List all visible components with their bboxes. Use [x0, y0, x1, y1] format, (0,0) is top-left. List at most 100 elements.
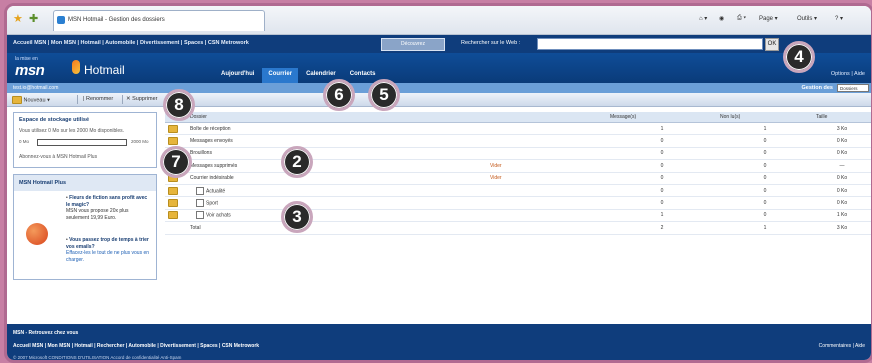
web-search-label: Rechercher sur le Web : [461, 40, 521, 46]
table-row[interactable]: Actualité 0 0 0 Ko [165, 184, 871, 198]
callout-6: 6 [323, 79, 355, 111]
wipe-cell [487, 147, 607, 161]
callout-7: 7 [160, 146, 192, 178]
table-row[interactable]: Total 2 1 3 Ko [165, 221, 871, 235]
table-row[interactable]: Messages envoyés 0 0 0 Ko [165, 134, 871, 148]
messages-cell: 1 [607, 209, 717, 223]
size-cell: 3 Ko [813, 122, 871, 136]
promo-item-2: • Vous passez trop de temps à trier vos … [66, 237, 150, 263]
table-row[interactable]: Voir achats 1 0 1 Ko [165, 209, 871, 223]
callout-2: 2 [281, 146, 313, 178]
favorites-star-icon[interactable]: ★ [13, 12, 23, 25]
print-icon[interactable]: ⎙ ▾ [737, 15, 746, 22]
table-row[interactable]: Sport 0 0 0 Ko [165, 196, 871, 210]
management-select[interactable]: Dossiers [837, 84, 869, 92]
promo-item-1-title[interactable]: Fleurs de fiction sans profit avec le ma… [66, 195, 147, 208]
wipe-folder-link[interactable]: Vider [490, 175, 502, 181]
messages-cell: 0 [607, 196, 717, 210]
wipe-folder-link[interactable]: Vider [490, 163, 502, 169]
browser-tab[interactable]: MSN Hotmail - Gestion des dossiers [53, 10, 265, 31]
left-pane: Espace de stockage utilisé Vous utilisez… [13, 112, 157, 286]
folder-checkbox[interactable] [196, 211, 204, 220]
col-header-messages[interactable]: Message(s) [607, 112, 717, 123]
add-favorite-icon[interactable]: ✚ [29, 12, 38, 25]
table-row[interactable]: Boîte de réception 1 1 3 Ko [165, 122, 871, 136]
folder-name[interactable]: Boîte de réception [190, 126, 231, 132]
storage-max-label: 2000 Mo [131, 139, 149, 144]
messages-cell: 0 [607, 134, 717, 148]
tab-mail[interactable]: Courrier [262, 68, 299, 83]
screenshot-frame: ★ ✚ MSN Hotmail - Gestion des dossiers ⌂… [4, 3, 872, 363]
footer-legal[interactable]: © 2007 Microsoft CONDITIONS D'UTILISATIO… [13, 355, 181, 360]
tab-today[interactable]: Aujourd'hui [215, 68, 260, 83]
folder-name[interactable]: Brouillons [190, 150, 212, 156]
msn-logo[interactable]: msn [15, 62, 45, 79]
wipe-cell: Vider [487, 159, 607, 173]
folder-name[interactable]: Actualité [206, 188, 225, 194]
folder-checkbox[interactable] [196, 186, 204, 195]
size-cell: 0 Ko [813, 184, 871, 198]
storage-title: Espace de stockage utilisé [19, 117, 90, 123]
folder-name-cell: Messages supprimés [187, 159, 487, 173]
folder-checkbox[interactable] [196, 199, 204, 208]
folder-name[interactable]: Messages envoyés [190, 138, 233, 144]
folder-name[interactable]: Courrier indésirable [190, 175, 234, 181]
rename-folder-button[interactable]: | Renommer [83, 96, 113, 102]
callout-8: 8 [163, 89, 195, 121]
folder-name[interactable]: Sport [206, 200, 218, 206]
folder-name-cell: Actualité [187, 184, 487, 198]
folder-name[interactable]: Voir achats [206, 213, 231, 219]
home-icon[interactable]: ⌂ ▾ [699, 15, 707, 22]
folder-name[interactable]: Total [190, 225, 201, 231]
table-row[interactable]: Messages supprimés Vider 0 0— [165, 159, 871, 173]
help-icon[interactable]: ? ▾ [835, 15, 843, 22]
delete-folder-button[interactable]: ✕ Supprimer [126, 96, 158, 102]
storage-bar [37, 139, 127, 146]
page-menu[interactable]: Page ▾ [759, 15, 778, 22]
folder-name[interactable]: Messages supprimés [190, 163, 237, 169]
msn-top-links[interactable]: Accueil MSN | Mon MSN | Hotmail | Automo… [13, 40, 249, 46]
col-header-size[interactable]: Taille [813, 112, 871, 123]
size-cell: 0 Ko [813, 147, 871, 161]
wipe-cell [487, 122, 607, 136]
folder-icon-cell [165, 122, 187, 136]
col-header-folder[interactable]: Dossier [187, 112, 487, 123]
discover-chip[interactable]: Découvrez [381, 38, 445, 51]
hotmail-plus-body: • Fleurs de fiction sans profit avec le … [14, 191, 156, 279]
messages-cell: 2 [607, 221, 717, 235]
footer-feedback-help[interactable]: Commentaires | Aide [819, 343, 865, 349]
folder-name-cell: Voir achats [187, 209, 487, 223]
upgrade-link[interactable]: Abonnez-vous à MSN Hotmail Plus [14, 148, 156, 167]
new-folder-button[interactable]: Nouveau ▾ [12, 96, 50, 104]
footer-tagline[interactable]: MSN - Retrouvez chez vous [13, 330, 78, 336]
feeds-icon[interactable]: ◉ [719, 15, 724, 22]
callout-4: 4 [783, 41, 815, 73]
folder-name-cell: Messages envoyés [187, 134, 487, 148]
messages-cell: 1 [607, 122, 717, 136]
main-tabs: Aujourd'hui Courrier Calendrier Contacts [215, 68, 381, 83]
tools-menu[interactable]: Outils ▾ [797, 15, 817, 22]
browser-toolbar: ★ ✚ MSN Hotmail - Gestion des dossiers ⌂… [7, 6, 871, 35]
toolbar-divider [122, 95, 123, 104]
unread-cell: 0 [717, 209, 813, 223]
new-folder-label: Nouveau [23, 97, 46, 104]
web-search-button[interactable]: OK [765, 38, 779, 51]
unread-cell: 0 [717, 134, 813, 148]
footer-links[interactable]: Accueil MSN | Mon MSN | Hotmail | Recher… [13, 343, 259, 349]
size-cell: 0 Ko [813, 196, 871, 210]
messages-cell: 0 [607, 172, 717, 185]
promo-item-1: • Fleurs de fiction sans profit avec le … [66, 195, 150, 221]
promo-item-2-title[interactable]: Vous passez trop de temps à trier vos em… [66, 237, 149, 250]
web-search-input[interactable] [537, 38, 763, 50]
table-row[interactable]: Brouillons 0 0 0 Ko [165, 147, 871, 161]
folder-icon-cell [165, 196, 187, 210]
messages-cell: 0 [607, 159, 717, 173]
folder-name-cell: Total [187, 221, 487, 235]
table-row[interactable]: Courrier indésirable Vider 0 0 0 Ko [165, 172, 871, 185]
promo-item-2-text[interactable]: Effacez-les le tout de ne plus vous en c… [66, 250, 150, 263]
folder-icon [168, 137, 178, 146]
col-header-unread[interactable]: Non lu(s) [717, 112, 813, 123]
options-help-links[interactable]: Options | Aide [831, 71, 865, 77]
page-footer: MSN - Retrouvez chez vous Accueil MSN | … [7, 324, 871, 360]
folder-icon-cell [165, 184, 187, 198]
